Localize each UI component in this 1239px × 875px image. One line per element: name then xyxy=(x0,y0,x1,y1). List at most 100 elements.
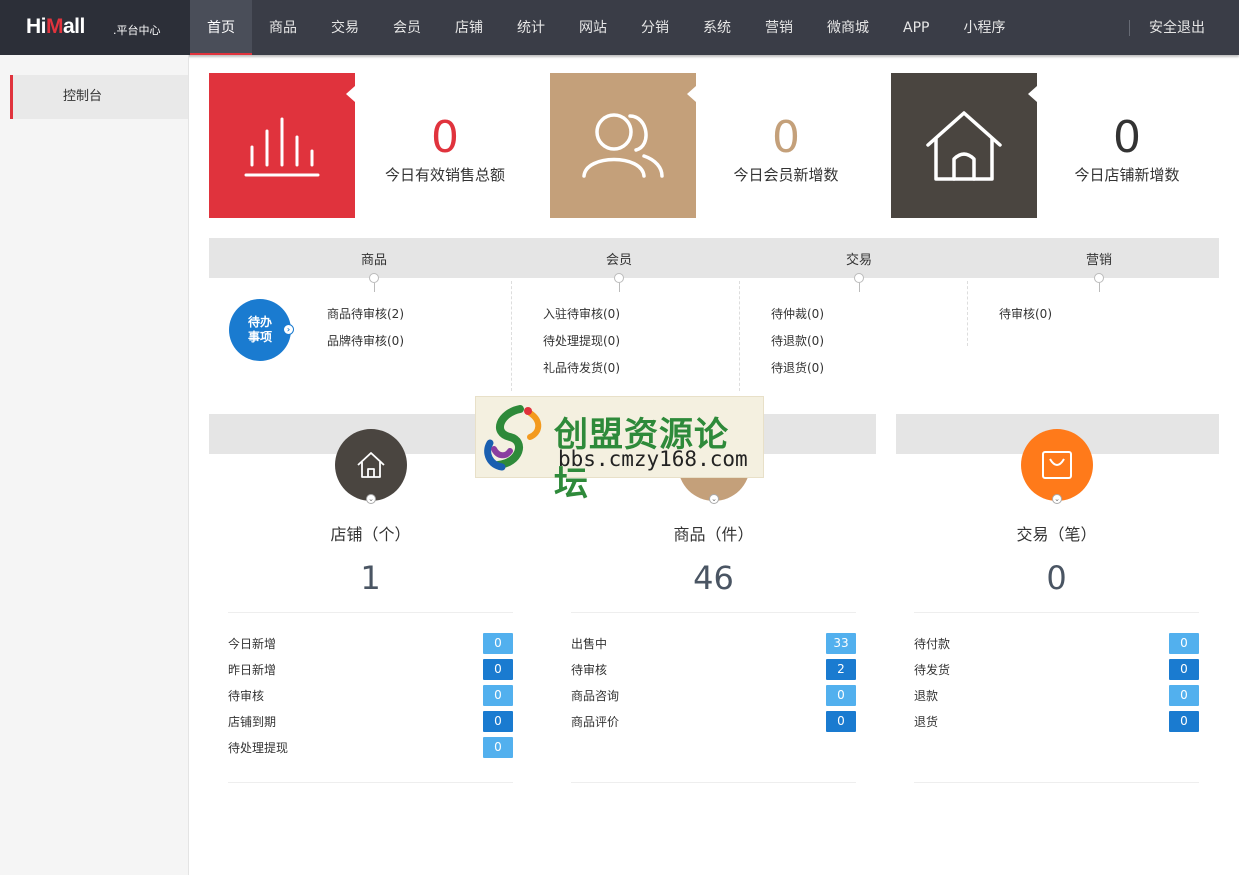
watermark-url: bbs.cmzy168.com xyxy=(558,447,748,471)
count-badge[interactable]: 0 xyxy=(1169,632,1199,654)
nav-item-5[interactable]: 统计 xyxy=(500,0,562,55)
panel-row-label: 出售中 xyxy=(571,636,608,651)
nav-item-7[interactable]: 分销 xyxy=(624,0,686,55)
todo-item[interactable]: 商品待审核(2) xyxy=(327,307,404,334)
panel-row[interactable]: 今日新增 0 xyxy=(228,630,513,656)
notch xyxy=(346,86,355,102)
nav-menu: 首页 商品 交易 会员 店铺 统计 网站 分销 系统 营销 微商城 APP 小程序 xyxy=(190,0,1022,55)
panel-row-label: 退款 xyxy=(914,688,939,703)
trade-panel-title: 交易（笔） xyxy=(1016,525,1097,544)
top-nav: HiMall .平台中心 首页 商品 交易 会员 店铺 统计 网站 分销 系统 营销 微商城 APP 小… xyxy=(0,0,1239,55)
panel-row-label: 商品咨询 xyxy=(571,688,620,703)
shops-stat-icon-box xyxy=(891,73,1037,218)
count-badge[interactable]: 0 xyxy=(483,710,513,732)
trade-panel-icon: ⌄ xyxy=(1021,429,1093,504)
house-icon xyxy=(357,452,385,478)
logo-subtitle: .平台中心 xyxy=(113,24,161,37)
panel-row[interactable]: 待处理提现 0 xyxy=(228,734,513,760)
panel-row-label: 店铺到期 xyxy=(228,714,277,729)
count-badge[interactable]: 0 xyxy=(1169,710,1199,732)
logo[interactable]: HiMall xyxy=(26,15,85,39)
nav-item-2[interactable]: 交易 xyxy=(314,0,376,55)
todo-badge: 待办 事项 › xyxy=(229,299,294,361)
nav-item-6[interactable]: 网站 xyxy=(562,0,624,55)
divider xyxy=(228,782,513,783)
todo-list-marketing: 待审核(0) xyxy=(999,307,1052,334)
nav-item-1[interactable]: 商品 xyxy=(252,0,314,55)
sidebar-item-console[interactable]: 控制台 xyxy=(10,75,188,119)
shops-panel-icon: ⌄ xyxy=(335,429,407,504)
panel-row-label: 待付款 xyxy=(914,636,951,651)
count-badge[interactable]: 2 xyxy=(826,658,856,680)
sales-stat-value: 0 xyxy=(431,112,459,163)
pin-stem xyxy=(619,283,620,292)
panel-row-label: 商品评价 xyxy=(571,714,620,729)
divider xyxy=(571,782,856,783)
goods-panel-count: 46 xyxy=(693,559,734,597)
panel-row[interactable]: 商品咨询 0 xyxy=(571,682,856,708)
users-icon xyxy=(582,112,664,178)
goods-panel-title: 商品（件） xyxy=(673,525,754,544)
panel-row-label: 今日新增 xyxy=(228,636,277,651)
panel-row-label: 待发货 xyxy=(914,662,951,677)
panel-row-label: 待处理提现 xyxy=(228,740,289,755)
todo-item[interactable]: 待审核(0) xyxy=(999,307,1052,334)
panel-row[interactable]: 待审核 0 xyxy=(228,682,513,708)
count-badge[interactable]: 0 xyxy=(1169,684,1199,706)
shops-stat-value: 0 xyxy=(1113,112,1141,163)
count-badge[interactable]: 0 xyxy=(826,684,856,706)
nav-item-9[interactable]: 营销 xyxy=(748,0,810,55)
shops-stat-label: 今日店铺新增数 xyxy=(1074,166,1180,184)
count-badge[interactable]: 0 xyxy=(1169,658,1199,680)
chevron-right-icon: › xyxy=(283,324,294,335)
nav-item-3[interactable]: 会员 xyxy=(376,0,438,55)
divider xyxy=(914,782,1199,783)
todo-item[interactable]: 待仲裁(0) xyxy=(771,307,824,334)
count-badge[interactable]: 0 xyxy=(826,710,856,732)
sales-stat-icon-box xyxy=(209,73,355,218)
divider xyxy=(228,612,513,613)
todo-item[interactable]: 待退款(0) xyxy=(771,334,824,361)
trade-panel-count: 0 xyxy=(1046,559,1067,597)
bar-chart-icon xyxy=(244,117,320,176)
todo-item[interactable]: 入驻待审核(0) xyxy=(543,307,620,334)
logo-area: HiMall .平台中心 xyxy=(0,0,190,55)
panel-row[interactable]: 退货 0 xyxy=(914,708,1199,734)
todo-item[interactable]: 品牌待审核(0) xyxy=(327,334,404,361)
nav-item-12[interactable]: 小程序 xyxy=(946,0,1022,55)
sales-stat-label: 今日有效销售总额 xyxy=(384,166,505,184)
todo-item[interactable]: 待处理提现(0) xyxy=(543,334,620,361)
logout-link[interactable]: 安全退出 xyxy=(1149,0,1205,57)
nav-item-0[interactable]: 首页 xyxy=(190,0,252,55)
panel-row[interactable]: 商品评价 0 xyxy=(571,708,856,734)
todo-item[interactable]: 待退货(0) xyxy=(771,361,824,388)
panel-row[interactable]: 待审核 2 xyxy=(571,656,856,682)
panel-row[interactable]: 退款 0 xyxy=(914,682,1199,708)
panel-row-label: 待审核 xyxy=(228,688,265,703)
todo-badge-line2: 事项 xyxy=(247,330,272,344)
logo-text-c: all xyxy=(63,15,85,38)
nav-item-4[interactable]: 店铺 xyxy=(438,0,500,55)
nav-item-10[interactable]: 微商城 xyxy=(810,0,886,55)
nav-item-11[interactable]: APP xyxy=(886,0,946,55)
members-stat-label: 今日会员新增数 xyxy=(733,166,839,184)
count-badge[interactable]: 0 xyxy=(483,658,513,680)
panel-row[interactable]: 待发货 0 xyxy=(914,656,1199,682)
todo-list-trade: 待仲裁(0) 待退款(0) 待退货(0) xyxy=(771,307,824,388)
panel-row[interactable]: 待付款 0 xyxy=(914,630,1199,656)
count-badge[interactable]: 33 xyxy=(826,632,856,654)
pin-stem xyxy=(1099,283,1100,292)
panel-row[interactable]: 出售中 33 xyxy=(571,630,856,656)
todo-column-divider xyxy=(967,281,968,346)
panel-row-label: 退货 xyxy=(914,714,939,729)
panel-row[interactable]: 昨日新增 0 xyxy=(228,656,513,682)
count-badge[interactable]: 0 xyxy=(483,632,513,654)
members-stat-icon-box xyxy=(550,73,696,218)
nav-item-8[interactable]: 系统 xyxy=(686,0,748,55)
panel-row[interactable]: 店铺到期 0 xyxy=(228,708,513,734)
count-badge[interactable]: 0 xyxy=(483,684,513,706)
count-badge[interactable]: 0 xyxy=(483,736,513,758)
watermark-logo-icon xyxy=(484,405,542,471)
todo-item[interactable]: 礼品待发货(0) xyxy=(543,361,620,388)
notch xyxy=(687,86,696,102)
